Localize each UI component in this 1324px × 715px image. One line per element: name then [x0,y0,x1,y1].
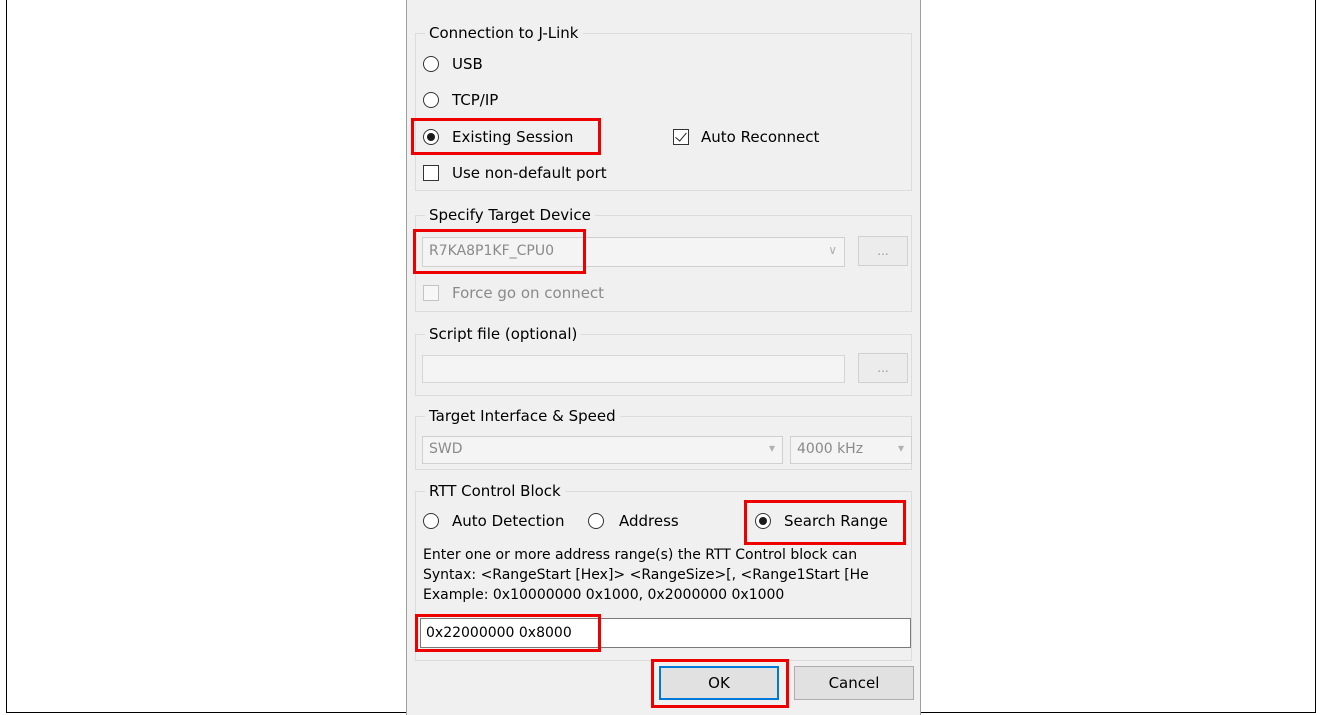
script-file-input[interactable] [422,355,845,383]
force-go-checkbox[interactable] [423,285,439,301]
usb-label: USB [452,55,483,73]
target-device-group-title: Specify Target Device [425,206,595,224]
dropdown-arrow-icon: ▾ [897,441,904,455]
cancel-button[interactable]: Cancel [794,666,914,700]
address-radio[interactable] [588,513,604,529]
speed-value: 4000 kHz [797,441,864,457]
non-default-port-label: Use non-default port [452,164,607,182]
interface-select[interactable]: SWD ▾ [422,436,783,464]
chevron-down-icon: ∨ [828,243,837,257]
device-browse-button[interactable]: ... [858,236,908,266]
script-file-group-title: Script file (optional) [425,325,582,343]
highlight-device [413,229,586,274]
force-go-label: Force go on connect [452,284,605,302]
rtt-group-title: RTT Control Block [425,482,565,500]
highlight-search-range [744,500,906,545]
rtt-help-line-2: Syntax: <RangeStart [Hex]> <RangeSize>[,… [423,567,869,583]
highlight-ok-button [651,659,789,708]
tcpip-radio[interactable] [423,92,439,108]
speed-select[interactable]: 4000 kHz ▾ [790,436,912,464]
auto-detection-label: Auto Detection [452,512,565,530]
interface-group-title: Target Interface & Speed [425,407,620,425]
usb-radio[interactable] [423,56,439,72]
checkmark-icon [675,129,687,142]
rtt-help-line-3: Example: 0x10000000 0x1000, 0x2000000 0x… [423,587,785,603]
non-default-port-checkbox[interactable] [423,165,439,181]
auto-reconnect-checkbox[interactable] [673,129,689,145]
auto-detection-radio[interactable] [423,513,439,529]
rtt-viewer-config-dialog: Connection to J-Link USB TCP/IP Existing… [406,0,921,715]
interface-value: SWD [429,441,463,457]
connection-group-title: Connection to J-Link [425,24,583,42]
address-label: Address [619,512,679,530]
highlight-range-input [415,614,601,652]
highlight-existing-session [411,118,601,155]
auto-reconnect-label: Auto Reconnect [701,128,820,146]
dropdown-arrow-icon: ▾ [768,441,775,455]
tcpip-label: TCP/IP [452,91,499,109]
rtt-help-line-1: Enter one or more address range(s) the R… [423,547,858,563]
script-file-input-box[interactable] [423,356,844,382]
script-browse-button[interactable]: ... [858,353,908,383]
